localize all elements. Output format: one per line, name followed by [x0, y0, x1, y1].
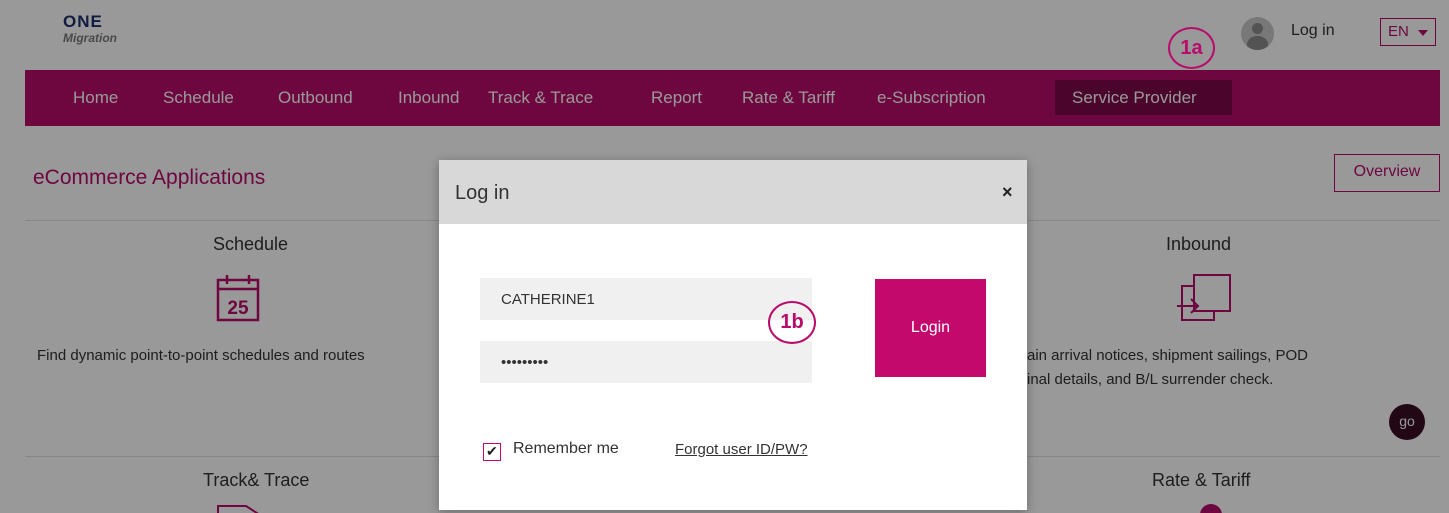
- remember-me-checkbox[interactable]: ✔: [483, 443, 501, 461]
- password-input[interactable]: [480, 341, 812, 383]
- forgot-credentials-link[interactable]: Forgot user ID/PW?: [675, 441, 808, 458]
- checkmark-icon: ✔: [486, 443, 498, 459]
- modal-header: Log in ×: [439, 160, 1027, 224]
- page: ONE Migration Log in EN Home Schedule Ou…: [0, 0, 1449, 513]
- user-id-input[interactable]: [480, 278, 812, 320]
- login-button[interactable]: Login: [875, 279, 986, 377]
- login-modal: Log in × Login ✔ Remember me Forgot user…: [439, 160, 1027, 510]
- remember-me-label[interactable]: Remember me: [513, 440, 619, 458]
- close-icon[interactable]: ×: [1002, 182, 1013, 203]
- modal-title: Log in: [455, 182, 510, 204]
- callout-marker-1a: 1a: [1168, 27, 1215, 69]
- callout-marker-1b: 1b: [768, 301, 816, 344]
